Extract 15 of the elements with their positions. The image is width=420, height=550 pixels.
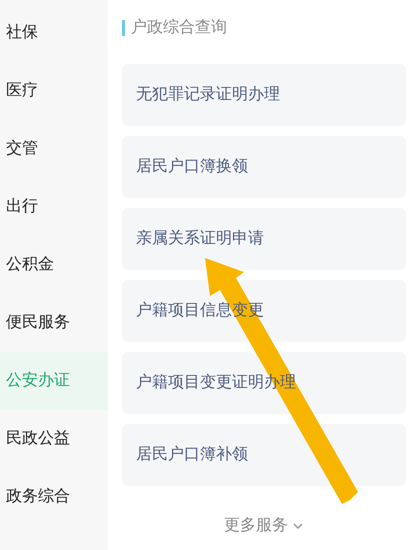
sidebar-item[interactable]: 公积金	[0, 236, 108, 294]
sidebar-item[interactable]: 社保	[0, 4, 108, 62]
sidebar-item[interactable]: 医疗	[0, 62, 108, 120]
sidebar-item[interactable]: 政务综合	[0, 468, 108, 526]
sidebar-item[interactable]: 出行	[0, 178, 108, 236]
service-card[interactable]: 亲属关系证明申请	[122, 208, 406, 270]
service-card[interactable]: 无犯罪记录证明办理	[122, 64, 406, 126]
sidebar-item[interactable]: 民政公益	[0, 410, 108, 468]
sidebar-item[interactable]: 便民服务	[0, 294, 108, 352]
service-card[interactable]: 居民户口簿换领	[122, 136, 406, 198]
service-card[interactable]: 居民户口簿补领	[122, 424, 406, 486]
more-services-button[interactable]: 更多服务	[224, 514, 304, 538]
sidebar-item[interactable]: 交管	[0, 120, 108, 178]
section-marker	[122, 20, 125, 36]
section-title: 户政综合查询	[131, 18, 227, 38]
